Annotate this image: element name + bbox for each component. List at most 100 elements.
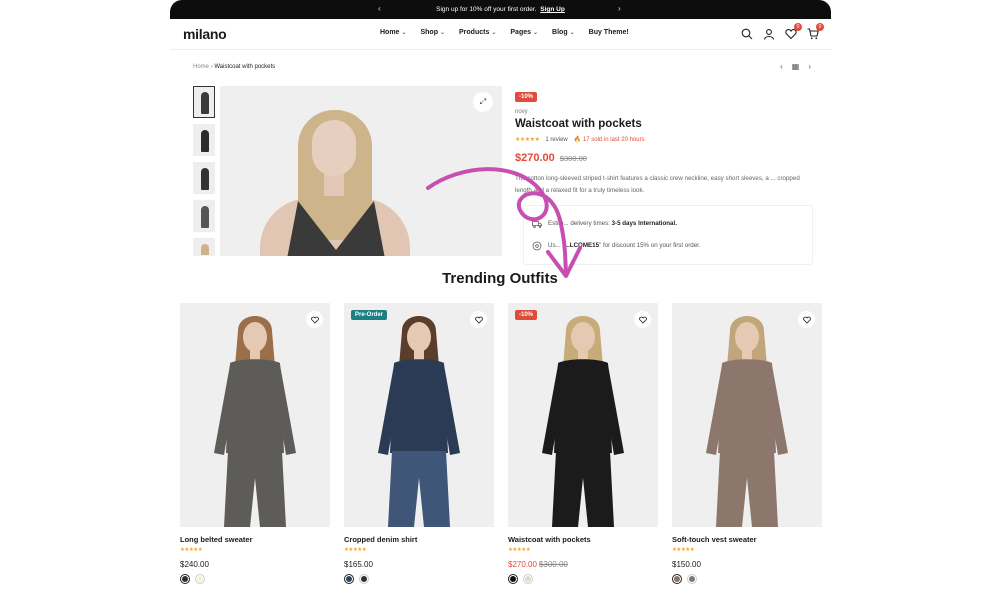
nav-item-home[interactable]: Home ⌄ — [380, 29, 406, 36]
chevron-down-icon: ⌄ — [533, 30, 539, 36]
chevron-right-icon[interactable]: › — [808, 62, 811, 71]
chevron-down-icon: ⌄ — [401, 30, 407, 36]
announcement-bar: ‹ Sign up for 10% off your first order. … — [170, 0, 831, 19]
product-card-name[interactable]: Long belted sweater — [180, 535, 330, 544]
heart-icon[interactable]: 0 — [785, 23, 802, 40]
color-swatch[interactable] — [359, 574, 369, 584]
thumbnail-list — [193, 86, 215, 262]
section-title: Trending Outfits — [442, 270, 558, 287]
color-swatch[interactable] — [195, 574, 205, 584]
model-pants — [552, 451, 614, 527]
product-card-name[interactable]: Soft-touch vest sweater — [672, 535, 822, 544]
color-swatch[interactable] — [508, 574, 518, 584]
product-card-image[interactable] — [180, 303, 330, 527]
nav-item-products[interactable]: Products ⌄ — [459, 29, 496, 36]
thumbnail[interactable] — [193, 124, 215, 156]
color-swatch[interactable] — [180, 574, 190, 584]
discount-icon — [532, 241, 542, 250]
breadcrumb-separator: › — [210, 64, 213, 70]
color-swatches — [508, 574, 658, 584]
main-nav: Home ⌄ Shop ⌄ Products ⌄ Pages ⌄ Blog ⌄ Buy T… — [380, 29, 629, 36]
cart-count-badge: 0 — [816, 23, 824, 31]
product-card-name[interactable]: Waistcoat with pockets — [508, 535, 658, 544]
rating-row: ★★★★★ 1 review 🔥 17 sold in last 20 hour… — [515, 136, 815, 144]
product-card-price: $270.00 $300.00 — [508, 560, 568, 569]
model-top — [226, 359, 284, 453]
color-swatch[interactable] — [687, 574, 697, 584]
product-card[interactable]: Soft-touch vest sweater ★★★★★ $150.00 — [672, 303, 822, 584]
search-icon[interactable] — [741, 27, 753, 40]
product-pager: ‹ ▦ › — [780, 62, 811, 71]
logo[interactable]: milano — [183, 26, 227, 42]
review-count[interactable]: 1 review — [545, 137, 567, 143]
fire-icon: 🔥 — [573, 137, 582, 143]
product-card-price: $240.00 — [180, 560, 209, 569]
color-swatches — [344, 574, 494, 584]
model-top — [390, 359, 448, 453]
product-card-name[interactable]: Cropped denim shirt — [344, 535, 494, 544]
nav-item-shop[interactable]: Shop ⌄ — [420, 29, 445, 36]
product-card-image[interactable]: -10% — [508, 303, 658, 527]
thumbnail[interactable] — [193, 200, 215, 232]
color-swatch[interactable] — [672, 574, 682, 584]
star-rating: ★★★★★ — [515, 137, 540, 143]
thumbnail[interactable] — [193, 162, 215, 194]
breadcrumb-current: Waistcoat with pockets — [214, 64, 276, 70]
wishlist-heart-icon[interactable] — [470, 311, 487, 328]
wishlist-heart-icon[interactable] — [634, 311, 651, 328]
breadcrumb-home[interactable]: Home — [193, 64, 209, 70]
thumbnail[interactable] — [193, 238, 215, 256]
product-card[interactable]: Pre-Order Cropped denim shirt ★★★★★ $165… — [344, 303, 494, 584]
product-card-image[interactable] — [672, 303, 822, 527]
chevron-left-icon[interactable]: ‹ — [780, 62, 783, 71]
nav-item-buy-theme[interactable]: Buy Theme! — [589, 29, 629, 36]
model-top — [718, 359, 776, 453]
user-icon[interactable] — [763, 27, 775, 40]
chevron-down-icon: ⌄ — [439, 30, 446, 36]
star-rating: ★★★★★ — [672, 547, 695, 553]
model-top — [554, 359, 612, 453]
model-face — [243, 322, 267, 352]
cart-icon[interactable]: 0 — [807, 23, 824, 40]
product-vendor[interactable]: novy — [515, 109, 815, 115]
product-card[interactable]: -10% Waistcoat with pockets ★★★★★ $270.0… — [508, 303, 658, 584]
sold-indicator: 🔥 17 sold in last 20 hours — [573, 137, 645, 143]
product-price: $270.00 — [515, 152, 555, 164]
chevron-right-icon[interactable]: › — [618, 4, 621, 13]
model-image — [542, 316, 624, 527]
product-info: -10% novy Waistcoat with pockets ★★★★★ 1… — [515, 85, 815, 265]
nav-item-pages[interactable]: Pages ⌄ — [510, 29, 538, 36]
model-image — [706, 316, 788, 527]
product-main-image[interactable]: ⤢ — [220, 86, 502, 256]
wishlist-heart-icon[interactable] — [306, 311, 323, 328]
color-swatch[interactable] — [344, 574, 354, 584]
thumbnail[interactable] — [193, 86, 215, 118]
model-pants — [224, 451, 286, 527]
star-rating: ★★★★★ — [344, 547, 367, 553]
announcement-text: Sign up for 10% off your first order. Si… — [436, 6, 565, 13]
signup-link[interactable]: Sign Up — [540, 6, 565, 13]
expand-icon[interactable]: ⤢ — [473, 92, 493, 112]
delivery-info-box: Estim... delivery times: 3-5 days Intern… — [523, 204, 813, 265]
breadcrumb: Home › Waistcoat with pockets — [193, 64, 275, 70]
wishlist-count-badge: 0 — [794, 23, 802, 31]
color-swatch[interactable] — [523, 574, 533, 584]
site-header: milano Home ⌄ Shop ⌄ Products ⌄ Pages ⌄ Blog… — [170, 19, 831, 50]
chevron-left-icon[interactable]: ‹ — [378, 4, 381, 13]
discount-badge: -10% — [515, 92, 538, 102]
product-card-image[interactable]: Pre-Order — [344, 303, 494, 527]
chevron-down-icon: ⌄ — [569, 30, 575, 36]
color-swatches — [672, 574, 822, 584]
truck-icon — [532, 220, 542, 228]
wishlist-heart-icon[interactable] — [798, 311, 815, 328]
header-icons: 0 0 — [741, 23, 824, 40]
grid-icon[interactable]: ▦ — [792, 62, 800, 71]
product-card[interactable]: Long belted sweater ★★★★★ $240.00 — [180, 303, 330, 584]
compare-price: $300.00 — [559, 154, 587, 163]
price-row: $270.00 $300.00 — [515, 152, 815, 164]
nav-item-blog[interactable]: Blog ⌄ — [552, 29, 575, 36]
model-face — [735, 322, 759, 352]
model-pants — [716, 451, 778, 527]
discount-badge: -10% — [515, 310, 538, 320]
model-face — [407, 322, 431, 352]
